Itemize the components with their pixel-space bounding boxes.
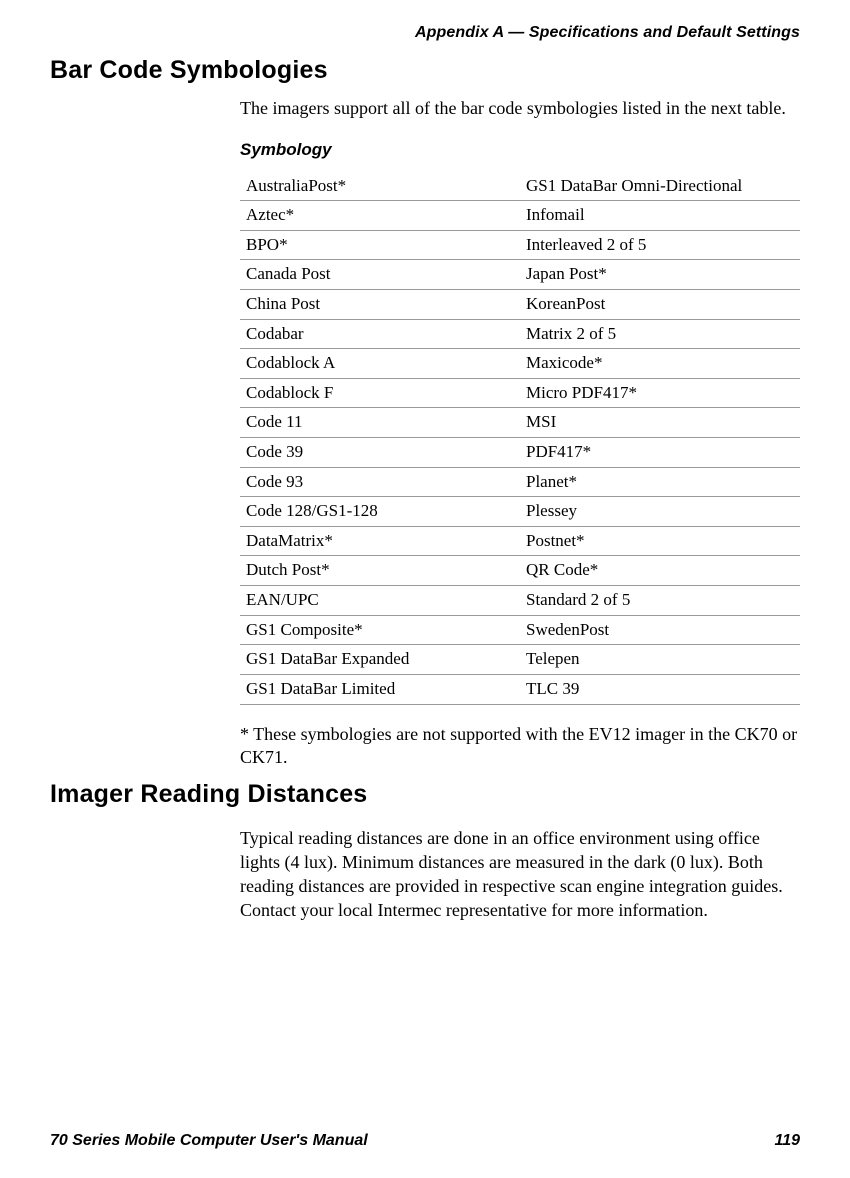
table-row: Aztec*Infomail [240,201,800,231]
symbology-cell-left: GS1 Composite* [240,615,520,645]
symbology-cell-left: Codablock A [240,349,520,379]
symbology-cell-left: Codablock F [240,378,520,408]
table-row: Dutch Post*QR Code* [240,556,800,586]
table-row: Codablock FMicro PDF417* [240,378,800,408]
table-row: Codablock AMaxicode* [240,349,800,379]
symbology-cell-right: Telepen [520,645,800,675]
table-row: EAN/UPCStandard 2 of 5 [240,586,800,616]
table-row: Code 93Planet* [240,467,800,497]
symbology-cell-left: BPO* [240,230,520,260]
symbology-cell-right: GS1 DataBar Omni-Directional [520,172,800,201]
table-row: China PostKoreanPost [240,289,800,319]
symbology-cell-left: AustraliaPost* [240,172,520,201]
symbology-cell-right: Matrix 2 of 5 [520,319,800,349]
table-row: CodabarMatrix 2 of 5 [240,319,800,349]
heading-bar-code-symbologies: Bar Code Symbologies [50,56,800,85]
symbology-cell-left: China Post [240,289,520,319]
table-row: Code 11MSI [240,408,800,438]
symbology-cell-right: Standard 2 of 5 [520,586,800,616]
heading-imager-reading-distances: Imager Reading Distances [50,780,800,809]
symbology-cell-right: TLC 39 [520,674,800,704]
symbology-cell-right: Japan Post* [520,260,800,290]
symbology-cell-right: QR Code* [520,556,800,586]
symbology-cell-right: MSI [520,408,800,438]
symbology-cell-left: Aztec* [240,201,520,231]
running-header: Appendix A — Specifications and Default … [50,24,800,42]
table-row: GS1 DataBar ExpandedTelepen [240,645,800,675]
footer-manual-title: 70 Series Mobile Computer User's Manual [50,1132,368,1150]
symbology-footnote: * These symbologies are not supported wi… [240,723,800,771]
symbology-cell-left: GS1 DataBar Expanded [240,645,520,675]
symbology-cell-right: SwedenPost [520,615,800,645]
symbology-cell-left: Dutch Post* [240,556,520,586]
table-row: AustraliaPost*GS1 DataBar Omni-Direction… [240,172,800,201]
symbology-cell-right: Maxicode* [520,349,800,379]
symbology-cell-right: Infomail [520,201,800,231]
table-row: Canada PostJapan Post* [240,260,800,290]
table-row: GS1 Composite*SwedenPost [240,615,800,645]
symbology-cell-right: Plessey [520,497,800,527]
table-caption-symbology: Symbology [240,139,800,162]
symbology-cell-left: Codabar [240,319,520,349]
symbology-cell-right: Interleaved 2 of 5 [520,230,800,260]
symbology-cell-right: KoreanPost [520,289,800,319]
symbology-cell-right: Micro PDF417* [520,378,800,408]
symbology-cell-right: Postnet* [520,526,800,556]
table-row: DataMatrix*Postnet* [240,526,800,556]
footer-page-number: 119 [774,1132,800,1150]
symbology-cell-left: Code 39 [240,438,520,468]
symbology-cell-left: Code 93 [240,467,520,497]
symbology-cell-left: EAN/UPC [240,586,520,616]
intro-paragraph: The imagers support all of the bar code … [240,97,800,121]
symbology-cell-left: Code 128/GS1-128 [240,497,520,527]
symbology-cell-left: Canada Post [240,260,520,290]
symbology-cell-left: Code 11 [240,408,520,438]
table-row: Code 39PDF417* [240,438,800,468]
imager-body-paragraph: Typical reading distances are done in an… [240,827,800,923]
symbology-table: AustraliaPost*GS1 DataBar Omni-Direction… [240,172,800,705]
table-row: BPO*Interleaved 2 of 5 [240,230,800,260]
table-row: GS1 DataBar LimitedTLC 39 [240,674,800,704]
table-row: Code 128/GS1-128Plessey [240,497,800,527]
symbology-cell-right: PDF417* [520,438,800,468]
symbology-cell-left: GS1 DataBar Limited [240,674,520,704]
symbology-cell-right: Planet* [520,467,800,497]
symbology-cell-left: DataMatrix* [240,526,520,556]
